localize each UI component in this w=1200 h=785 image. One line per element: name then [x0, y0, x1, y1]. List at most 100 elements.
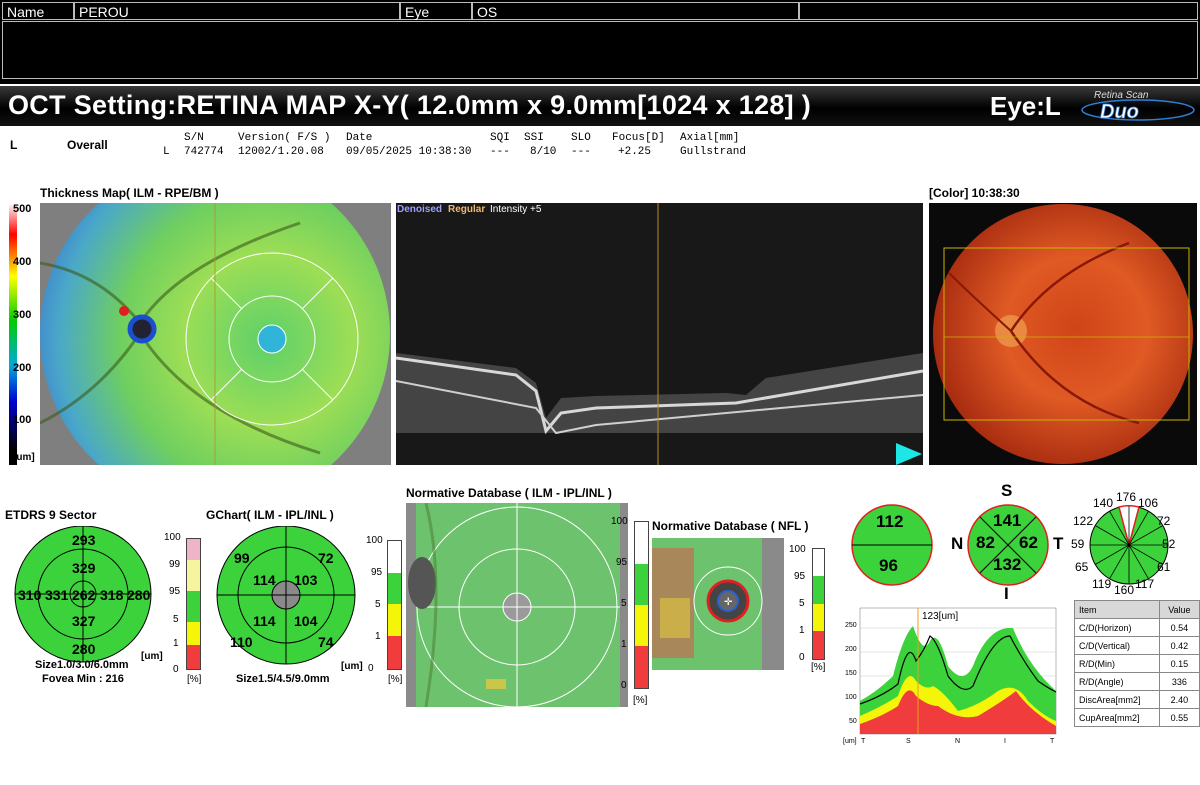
clock-4: 61: [1157, 560, 1171, 574]
etdrs-title: ETDRS 9 Sector: [5, 508, 97, 522]
patient-name: PEROU: [74, 2, 400, 20]
table-cell-item: DiscArea[mm2]: [1074, 690, 1160, 709]
info-h-sqi: SQI: [490, 132, 510, 144]
clock-7: 119: [1092, 577, 1112, 591]
scale-300: 300: [13, 309, 32, 321]
tsnit-y-50: 50: [849, 718, 857, 725]
gchart-ll-inner: 114: [253, 613, 276, 629]
nfl-pct: [%]: [811, 662, 826, 673]
etdrs-inf-outer: 280: [72, 641, 96, 657]
eye-value: OS: [472, 2, 799, 20]
etdrs-center: 262: [72, 587, 96, 603]
gcl-scale-1: 1: [621, 639, 627, 650]
scale-400: 400: [13, 256, 32, 268]
disc-top-value: 112: [876, 512, 904, 531]
clock-8: 65: [1075, 560, 1089, 574]
clock-1: 106: [1138, 496, 1159, 510]
etdrs-scale-0: 0: [173, 664, 179, 675]
title-bar: OCT Setting:RETINA MAP X-Y( 12.0mm x 9.0…: [0, 86, 1200, 126]
table-header-value: Value: [1158, 600, 1200, 619]
gchart-scale-5: 5: [375, 599, 381, 610]
gchart-scale-100: 100: [366, 535, 383, 546]
table-row: CupArea[mm2] 0.55: [1074, 708, 1200, 727]
info-h-axial: Axial[mm]: [680, 132, 740, 144]
gchart-ul-outer: 99: [234, 550, 250, 566]
etdrs-unit: [um]: [141, 651, 163, 662]
table-cell-value: 0.42: [1158, 636, 1200, 655]
etdrs-size: Size1.0/3.0/6.0mm: [35, 659, 129, 671]
etdrs-fovea-min: Fovea Min : 216: [42, 673, 124, 685]
tsnit-unit: [um]: [843, 738, 857, 745]
tsnit-y-150: 150: [845, 670, 857, 677]
clock-5: 117: [1135, 577, 1155, 591]
gcl-scale-100: 100: [611, 516, 628, 527]
info-h-version: Version( F/S ): [238, 132, 331, 144]
scale-200: 200: [13, 362, 32, 374]
info-h-date: Date: [346, 132, 373, 144]
etdrs-inf-inner: 327: [72, 613, 96, 629]
gchart-lr-inner: 104: [294, 613, 318, 629]
denoised-label: Denoised: [397, 204, 443, 215]
etdrs-scale-100: 100: [164, 532, 181, 543]
info-ssi: 8/10: [530, 146, 557, 158]
info-axial: Gullstrand: [680, 146, 747, 158]
info-focus: +2.25: [618, 146, 652, 158]
tsnit-y-200: 200: [845, 646, 857, 653]
gcl-pct: [%]: [633, 695, 648, 706]
scale-500: 500: [13, 203, 32, 215]
table-row: DiscArea[mm2] 2.40: [1074, 690, 1200, 709]
tsnit-x-i: I: [1004, 738, 1006, 745]
info-h-slo: SLO: [571, 132, 591, 144]
etdrs-scale-95: 95: [169, 586, 181, 597]
etdrs-scale-1: 1: [173, 638, 179, 649]
table-row: C/D(Vertical) 0.42: [1074, 636, 1200, 655]
header-empty-cell: [799, 2, 1198, 20]
name-label: Name: [2, 2, 74, 20]
oct-setting-title: OCT Setting:RETINA MAP X-Y( 12.0mm x 9.0…: [8, 90, 812, 120]
gchart-ur-outer: 72: [318, 550, 334, 566]
gchart-lr-outer: 74: [318, 634, 334, 650]
info-version: 12002/1.20.08: [238, 146, 324, 158]
etdrs-nas-outer: 280: [127, 587, 151, 603]
gchart-scale-0: 0: [368, 663, 374, 674]
disc-parameter-table: Item Value C/D(Horizon) 0.54 C/D(Vertical…: [1074, 600, 1200, 727]
tsnit-graph: [838, 606, 1060, 755]
fundus-photo: [929, 203, 1197, 465]
table-row: C/D(Horizon) 0.54: [1074, 618, 1200, 637]
etdrs-pct: [%]: [187, 674, 202, 685]
normative-nfl-map: ✛: [652, 538, 784, 670]
clock-9: 59: [1071, 537, 1085, 551]
table-cell-item: C/D(Vertical): [1074, 636, 1160, 655]
clock-11: 140: [1093, 496, 1114, 510]
table-cell-value: 336: [1158, 672, 1200, 691]
normative-nfl-bar: [812, 548, 825, 660]
table-cell-item: C/D(Horizon): [1074, 618, 1160, 637]
tsnit-y-100: 100: [845, 694, 857, 701]
info-date: 09/05/2025 10:38:30: [346, 146, 472, 158]
table-cell-item: R/D(Min): [1074, 654, 1160, 673]
table-cell-value: 0.15: [1158, 654, 1200, 673]
info-sqi: ---: [490, 146, 510, 158]
eye-indicator: Eye:L: [990, 91, 1061, 121]
table-cell-value: 0.54: [1158, 618, 1200, 637]
quadrant-t-label: T: [1053, 534, 1064, 553]
table-cell-item: CupArea[mm2]: [1074, 708, 1160, 727]
header-notes-box: [2, 21, 1198, 79]
quadrant-i-label: I: [1004, 584, 1009, 603]
patient-header: Name PEROU Eye OS: [0, 0, 1200, 84]
gchart-scale-1: 1: [375, 631, 381, 642]
retina-scan-duo-logo: Retina Scan Duo: [1076, 88, 1196, 124]
nfl-scale-95: 95: [794, 571, 806, 582]
bscan-marker-icon: [896, 443, 922, 465]
scale-100: 100: [13, 414, 32, 426]
clock-12: 176: [1116, 490, 1137, 504]
quadrant-temp-value: 62: [1019, 533, 1038, 552]
tsnit-peak-label: 123[um]: [922, 611, 959, 622]
info-slo: ---: [571, 146, 591, 158]
info-h-ssi: SSI: [524, 132, 544, 144]
table-cell-value: 2.40: [1158, 690, 1200, 709]
table-header-item: Item: [1074, 600, 1160, 619]
regular-label: Regular: [448, 204, 486, 215]
etdrs-percentile-bar: [186, 538, 201, 670]
info-sn: 742774: [184, 146, 224, 158]
